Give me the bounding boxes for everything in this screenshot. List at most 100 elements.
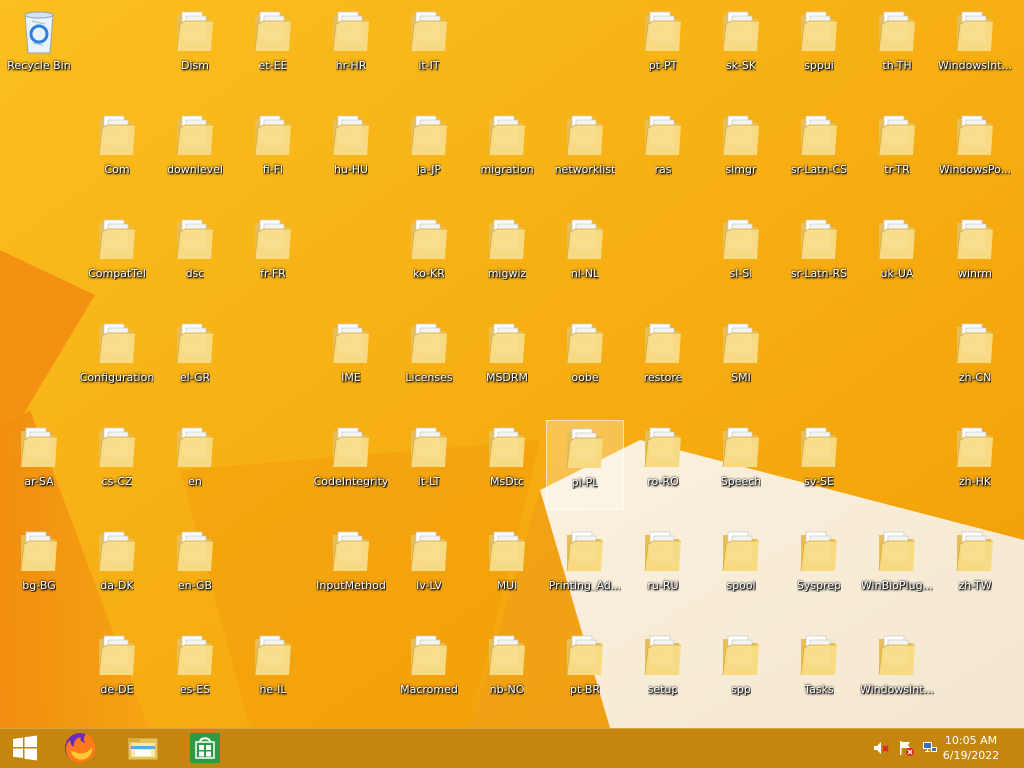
folder-icon	[332, 11, 369, 52]
desktop-icon-folder[interactable]: slmgr	[702, 108, 780, 198]
desktop-icon-label: winrm	[957, 267, 993, 280]
desktop-icon-label: ja-JP	[416, 163, 442, 176]
folder-icon	[488, 635, 525, 676]
folder-icon	[878, 115, 915, 156]
desktop-icon-folder[interactable]: sr-Latn-CS	[780, 108, 858, 198]
desktop-icon-folder[interactable]: Dism	[156, 4, 234, 94]
desktop-icon-label: CompatTel	[88, 267, 146, 280]
desktop-icon-folder[interactable]: ras	[624, 108, 702, 198]
desktop-icon-folder[interactable]: setup	[624, 628, 702, 718]
desktop-icon-folder[interactable]: sppui	[780, 4, 858, 94]
desktop-icon-folder[interactable]: Printing_Ad...	[546, 524, 624, 614]
desktop-icon-folder[interactable]: sv-SE	[780, 420, 858, 510]
firefox-icon	[65, 733, 96, 763]
folder-icon	[488, 323, 525, 364]
desktop-icon-folder[interactable]: CompatTel	[78, 212, 156, 302]
desktop-icon-folder[interactable]: he-IL	[234, 628, 312, 718]
folder-icon	[722, 323, 759, 364]
folder-icon	[176, 219, 213, 260]
taskbar-clock[interactable]: 10:05 AM 6/19/2022	[936, 733, 1006, 763]
desktop-icon-folder[interactable]: InputMethod	[312, 524, 390, 614]
desktop-icon-folder[interactable]: ja-JP	[390, 108, 468, 198]
store-button[interactable]	[180, 728, 230, 768]
desktop-icon-folder[interactable]: pt-PT	[624, 4, 702, 94]
desktop-icon-folder[interactable]: zh-CN	[936, 316, 1014, 406]
desktop-icon-folder[interactable]: WindowsInt...	[858, 628, 936, 718]
desktop-icon-folder[interactable]: hu-HU	[312, 108, 390, 198]
desktop-icon-folder[interactable]: migration	[468, 108, 546, 198]
desktop-icon-folder[interactable]: et-EE	[234, 4, 312, 94]
desktop-icon-folder[interactable]: de-DE	[78, 628, 156, 718]
desktop-icon-folder[interactable]: Sysprep	[780, 524, 858, 614]
desktop-icon-folder[interactable]: oobe	[546, 316, 624, 406]
desktop-icon-folder[interactable]: downlevel	[156, 108, 234, 198]
desktop-icon-folder[interactable]: WindowsPo...	[936, 108, 1014, 198]
desktop-icon-folder[interactable]: tr-TR	[858, 108, 936, 198]
desktop-icon-folder[interactable]: SMI	[702, 316, 780, 406]
desktop-icon-folder[interactable]: MSDRM	[468, 316, 546, 406]
desktop-icon-folder[interactable]: ko-KR	[390, 212, 468, 302]
desktop-icon-folder[interactable]: it-IT	[390, 4, 468, 94]
desktop-icon-folder[interactable]: restore	[624, 316, 702, 406]
desktop-icon-folder[interactable]: IME	[312, 316, 390, 406]
desktop-icon-folder[interactable]: hr-HR	[312, 4, 390, 94]
desktop-icon-folder[interactable]: WinBioPlug...	[858, 524, 936, 614]
start-button[interactable]	[0, 728, 50, 768]
file-explorer-button[interactable]	[118, 728, 168, 768]
desktop-icon-folder[interactable]: zh-HK	[936, 420, 1014, 510]
desktop-icon-folder[interactable]: lv-LV	[390, 524, 468, 614]
action-center-flag-icon[interactable]	[898, 740, 914, 756]
desktop[interactable]: Recycle Bin Dism et-EE hr-HR it-IT pt-PT…	[0, 0, 1024, 728]
desktop-icon-folder[interactable]: da-DK	[78, 524, 156, 614]
desktop-icon-folder[interactable]: dsc	[156, 212, 234, 302]
desktop-icon-folder[interactable]: fr-FR	[234, 212, 312, 302]
desktop-icon-folder[interactable]: Speech	[702, 420, 780, 510]
desktop-icon-folder[interactable]: nb-NO	[468, 628, 546, 718]
desktop-icon-folder[interactable]: es-ES	[156, 628, 234, 718]
desktop-icon-folder[interactable]: spp	[702, 628, 780, 718]
desktop-icon-folder[interactable]: ru-RU	[624, 524, 702, 614]
desktop-icon-folder[interactable]: Licenses	[390, 316, 468, 406]
desktop-icon-folder[interactable]: MUI	[468, 524, 546, 614]
desktop-icon-folder[interactable]: winrm	[936, 212, 1014, 302]
desktop-icon-folder[interactable]: ro-RO	[624, 420, 702, 510]
folder-icon	[410, 427, 447, 468]
firefox-button[interactable]	[57, 728, 103, 768]
desktop-icon-folder[interactable]: bg-BG	[0, 524, 78, 614]
desktop-icon-label: th-TH	[882, 59, 912, 72]
folder-icon	[332, 323, 369, 364]
desktop-icon-folder[interactable]: MsDtc	[468, 420, 546, 510]
volume-muted-icon[interactable]	[873, 740, 889, 756]
desktop-icon-folder[interactable]: cs-CZ	[78, 420, 156, 510]
desktop-icon-folder[interactable]: Tasks	[780, 628, 858, 718]
desktop-icon-folder[interactable]: en	[156, 420, 234, 510]
desktop-icon-folder[interactable]: ar-SA	[0, 420, 78, 510]
desktop-icon-folder[interactable]: zh-TW	[936, 524, 1014, 614]
folder-icon	[98, 115, 135, 156]
desktop-icon-folder[interactable]: sk-SK	[702, 4, 780, 94]
desktop-icon-folder[interactable]: CodeIntegrity	[312, 420, 390, 510]
desktop-icon-folder[interactable]: sr-Latn-RS	[780, 212, 858, 302]
folder-icon	[332, 531, 369, 572]
desktop-icon-folder[interactable]: spool	[702, 524, 780, 614]
desktop-icon-folder[interactable]: pt-BR	[546, 628, 624, 718]
desktop-icon-folder[interactable]: sl-SI	[702, 212, 780, 302]
desktop-icon-folder[interactable]: pl-PL	[546, 420, 624, 510]
desktop-icon-label: pl-PL	[571, 476, 599, 489]
desktop-icon-label: downlevel	[167, 163, 223, 176]
desktop-icon-folder[interactable]: Macromed	[390, 628, 468, 718]
desktop-icon-folder[interactable]: Configuration	[78, 316, 156, 406]
desktop-icon-recycle-bin[interactable]: Recycle Bin	[0, 4, 78, 94]
desktop-icon-folder[interactable]: fi-FI	[234, 108, 312, 198]
desktop-icon-folder[interactable]: WindowsInt...	[936, 4, 1014, 94]
desktop-icon-folder[interactable]: th-TH	[858, 4, 936, 94]
desktop-icon-folder[interactable]: migwiz	[468, 212, 546, 302]
desktop-icon-folder[interactable]: lt-LT	[390, 420, 468, 510]
desktop-icon-folder[interactable]: nl-NL	[546, 212, 624, 302]
desktop-icon-folder[interactable]: Com	[78, 108, 156, 198]
desktop-icon-folder[interactable]: el-GR	[156, 316, 234, 406]
desktop-icon-folder[interactable]: uk-UA	[858, 212, 936, 302]
desktop-icon-folder[interactable]: en-GB	[156, 524, 234, 614]
folder-icon	[332, 427, 369, 468]
desktop-icon-folder[interactable]: networklist	[546, 108, 624, 198]
